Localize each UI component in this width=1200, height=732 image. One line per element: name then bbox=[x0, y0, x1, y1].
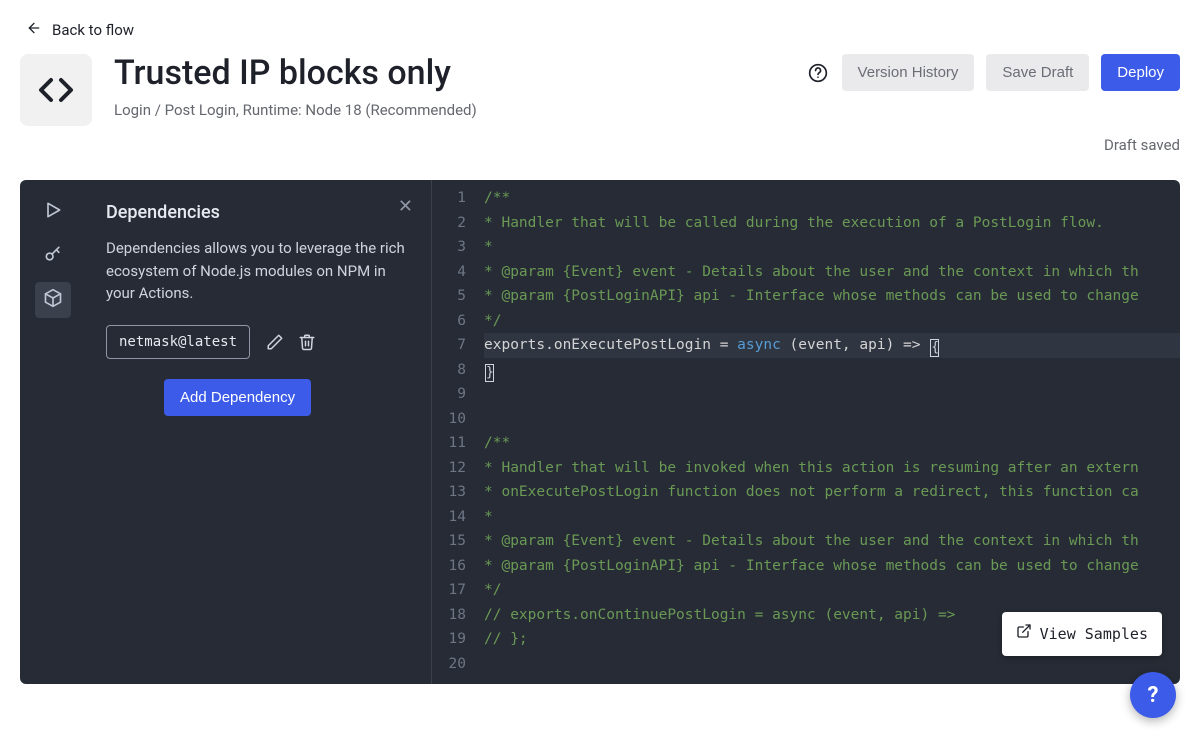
code-lines: /*** Handler that will be called during … bbox=[474, 180, 1180, 684]
trash-icon bbox=[298, 333, 316, 351]
view-samples-button[interactable]: View Samples bbox=[1002, 612, 1162, 657]
back-to-flow-link[interactable]: Back to flow bbox=[20, 14, 1180, 54]
rail-dependencies-button[interactable] bbox=[35, 282, 71, 318]
draft-status: Draft saved bbox=[20, 136, 1180, 154]
editor-shell: Dependencies ✕ Dependencies allows you t… bbox=[20, 180, 1180, 684]
view-samples-label: View Samples bbox=[1040, 622, 1148, 647]
help-icon[interactable] bbox=[806, 61, 830, 85]
page-title: Trusted IP blocks only bbox=[114, 54, 784, 93]
action-type-icon bbox=[20, 54, 92, 126]
version-history-button[interactable]: Version History bbox=[842, 54, 975, 91]
dependency-item[interactable]: netmask@latest bbox=[106, 325, 250, 359]
dependencies-panel: Dependencies ✕ Dependencies allows you t… bbox=[86, 180, 432, 684]
rail-run-button[interactable] bbox=[35, 194, 71, 230]
code-gutter: 1234567891011121314151617181920 bbox=[432, 180, 474, 684]
panel-description: Dependencies allows you to leverage the … bbox=[106, 237, 411, 305]
edit-dependency-button[interactable] bbox=[266, 333, 284, 351]
external-link-icon bbox=[1016, 622, 1032, 647]
play-icon bbox=[43, 200, 63, 224]
help-fab-button[interactable]: ? bbox=[1130, 672, 1176, 718]
add-dependency-button[interactable]: Add Dependency bbox=[164, 379, 311, 416]
question-icon: ? bbox=[1148, 683, 1159, 708]
editor-rail bbox=[20, 180, 86, 684]
rail-secrets-button[interactable] bbox=[35, 238, 71, 274]
arrow-left-icon bbox=[26, 20, 42, 40]
delete-dependency-button[interactable] bbox=[298, 333, 316, 351]
close-icon: ✕ bbox=[398, 196, 413, 217]
key-icon bbox=[43, 244, 63, 268]
deploy-button[interactable]: Deploy bbox=[1101, 54, 1180, 91]
back-label: Back to flow bbox=[52, 21, 134, 39]
panel-title: Dependencies bbox=[106, 202, 411, 223]
page-subtitle: Login / Post Login, Runtime: Node 18 (Re… bbox=[114, 101, 784, 119]
package-icon bbox=[43, 288, 63, 312]
save-draft-button[interactable]: Save Draft bbox=[986, 54, 1089, 91]
pencil-icon bbox=[266, 333, 284, 351]
code-editor[interactable]: 1234567891011121314151617181920 /*** Han… bbox=[432, 180, 1180, 684]
close-panel-button[interactable]: ✕ bbox=[398, 198, 413, 216]
